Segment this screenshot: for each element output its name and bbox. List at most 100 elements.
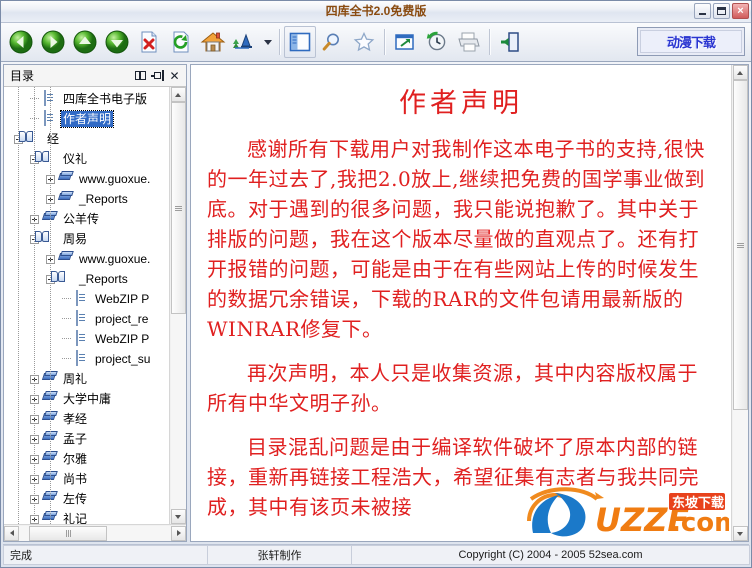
tree-scroll-left-button[interactable] bbox=[4, 525, 19, 541]
refresh-button[interactable] bbox=[165, 26, 197, 58]
history-button[interactable] bbox=[421, 26, 453, 58]
book-icon bbox=[57, 251, 74, 267]
tree-item[interactable]: 公羊传 bbox=[4, 209, 169, 229]
forward-button[interactable] bbox=[37, 26, 69, 58]
tree-item-label: WebZIP P bbox=[95, 292, 150, 306]
doc-scroll-thumb[interactable] bbox=[732, 80, 748, 410]
tree-item[interactable]: 四库全书电子版 bbox=[4, 89, 169, 109]
down-button[interactable] bbox=[101, 26, 133, 58]
tree-item[interactable]: _Reports bbox=[4, 269, 169, 289]
auto-hide-button[interactable] bbox=[149, 68, 166, 84]
window-controls: × bbox=[694, 3, 749, 19]
triangle-up-icon bbox=[737, 70, 743, 75]
tree-horizontal-scrollbar[interactable] bbox=[4, 524, 186, 541]
tree-item-label: 孝经 bbox=[63, 412, 88, 426]
pin-icon bbox=[151, 70, 164, 81]
tree-item-label: 四库全书电子版 bbox=[63, 92, 148, 106]
download-banner-inner: 动漫下载 bbox=[640, 30, 742, 53]
application-window: 四库全书2.0免费版 × 动漫下载 目录 ✕ 四库全书电子版 作者声明 经 仪礼… bbox=[0, 0, 752, 568]
exit-button[interactable] bbox=[494, 26, 526, 58]
tree-item[interactable]: 经 bbox=[4, 129, 169, 149]
tree-area: 四库全书电子版 作者声明经仪礼 www.guoxue. _Reports 公羊传 周易 ww… bbox=[4, 87, 186, 524]
tree-item[interactable]: _Reports bbox=[4, 189, 169, 209]
tree-item[interactable]: www.guoxue. bbox=[4, 169, 169, 189]
status-left: 完成 bbox=[3, 545, 208, 565]
tree-guide-line bbox=[50, 87, 51, 524]
tree-vertical-scrollbar[interactable] bbox=[169, 87, 186, 524]
tree-item[interactable]: www.guoxue. bbox=[4, 249, 169, 269]
tree-item[interactable]: 作者声明 bbox=[4, 109, 169, 129]
font-button[interactable] bbox=[229, 26, 261, 58]
close-button[interactable]: × bbox=[732, 3, 749, 19]
openbook-icon bbox=[51, 271, 74, 287]
tree-item[interactable]: 左传 bbox=[4, 489, 169, 509]
tree-item[interactable]: WebZIP P bbox=[4, 289, 169, 309]
doc-scroll-down-button[interactable] bbox=[732, 526, 748, 541]
refresh-icon bbox=[173, 31, 189, 53]
tree-item[interactable]: 周礼 bbox=[4, 369, 169, 389]
font-dropdown-button[interactable] bbox=[261, 27, 275, 57]
tree-item[interactable]: 仪礼 bbox=[4, 149, 169, 169]
tree-scroll-up-button[interactable] bbox=[170, 87, 186, 102]
grip-icon bbox=[174, 205, 182, 211]
tree-scroll-thumb[interactable] bbox=[170, 102, 186, 314]
star-icon bbox=[353, 31, 375, 52]
tree-item[interactable]: 孟子 bbox=[4, 429, 169, 449]
tree-hscroll-thumb[interactable] bbox=[29, 525, 107, 541]
title-bar[interactable]: 四库全书2.0免费版 × bbox=[1, 1, 751, 23]
dock-layout-button[interactable] bbox=[132, 68, 149, 84]
close-icon: × bbox=[737, 5, 744, 17]
tree-guide-line bbox=[18, 87, 19, 524]
tree-item[interactable]: 尔雅 bbox=[4, 449, 169, 469]
tree-item-label: 仪礼 bbox=[63, 152, 88, 166]
contents-button[interactable] bbox=[284, 26, 316, 58]
tree-hscroll-track[interactable] bbox=[19, 525, 171, 541]
tree-item[interactable]: 周易 bbox=[4, 229, 169, 249]
page-icon bbox=[74, 310, 90, 327]
split-panel-icon bbox=[135, 71, 146, 80]
tree-item[interactable]: 孝经 bbox=[4, 409, 169, 429]
tree-item[interactable]: 尚书 bbox=[4, 469, 169, 489]
up-arrow-icon bbox=[73, 30, 97, 54]
doc-scroll-up-button[interactable] bbox=[732, 65, 748, 80]
tree-item[interactable]: project_re bbox=[4, 309, 169, 329]
triangle-left-icon bbox=[9, 530, 14, 536]
tree-scroll-right-button[interactable] bbox=[171, 525, 186, 541]
tree-item[interactable]: project_su bbox=[4, 349, 169, 369]
document-body[interactable]: 作者声明 感谢所有下载用户对我制作这本电子书的支持,很快的一年过去了,我把2.0… bbox=[191, 65, 731, 541]
doc-scroll-track[interactable] bbox=[732, 80, 748, 526]
history-clock-icon bbox=[426, 31, 446, 51]
close-panel-button[interactable]: ✕ bbox=[166, 68, 183, 84]
document-paragraph: 感谢所有下载用户对我制作这本电子书的支持,很快的一年过去了,我把2.0放上,继续… bbox=[207, 137, 706, 341]
print-button[interactable] bbox=[453, 26, 485, 58]
tree-item[interactable]: 礼记 bbox=[4, 509, 169, 524]
maximize-button[interactable] bbox=[713, 3, 730, 19]
tree-item[interactable]: 大学中庸 bbox=[4, 389, 169, 409]
download-banner-button[interactable]: 动漫下载 bbox=[637, 27, 745, 56]
triangle-down-icon bbox=[175, 514, 181, 519]
sidebar-header: 目录 ✕ bbox=[4, 65, 186, 87]
sidebar-title: 目录 bbox=[10, 69, 35, 83]
home-button[interactable] bbox=[197, 26, 229, 58]
up-button[interactable] bbox=[69, 26, 101, 58]
document-vertical-scrollbar[interactable] bbox=[731, 65, 748, 541]
tree-item[interactable]: WebZIP P bbox=[4, 329, 169, 349]
favorites-button[interactable] bbox=[348, 26, 380, 58]
tree-item-label: 经 bbox=[47, 132, 60, 146]
tree-scroll-down-button[interactable] bbox=[170, 509, 186, 524]
open-window-button[interactable] bbox=[389, 26, 421, 58]
tree-guide-line bbox=[34, 87, 35, 524]
contents-sidebar: 目录 ✕ 四库全书电子版 作者声明经仪礼 www.guoxue. _Reports 公羊… bbox=[3, 64, 187, 542]
contents-tree[interactable]: 四库全书电子版 作者声明经仪礼 www.guoxue. _Reports 公羊传 周易 ww… bbox=[4, 87, 169, 524]
search-button[interactable] bbox=[316, 26, 348, 58]
tree-scroll-track[interactable] bbox=[170, 102, 186, 509]
minimize-button[interactable] bbox=[694, 3, 711, 19]
back-button[interactable] bbox=[5, 26, 37, 58]
stop-page-icon bbox=[141, 31, 157, 53]
stop-button[interactable] bbox=[133, 26, 165, 58]
